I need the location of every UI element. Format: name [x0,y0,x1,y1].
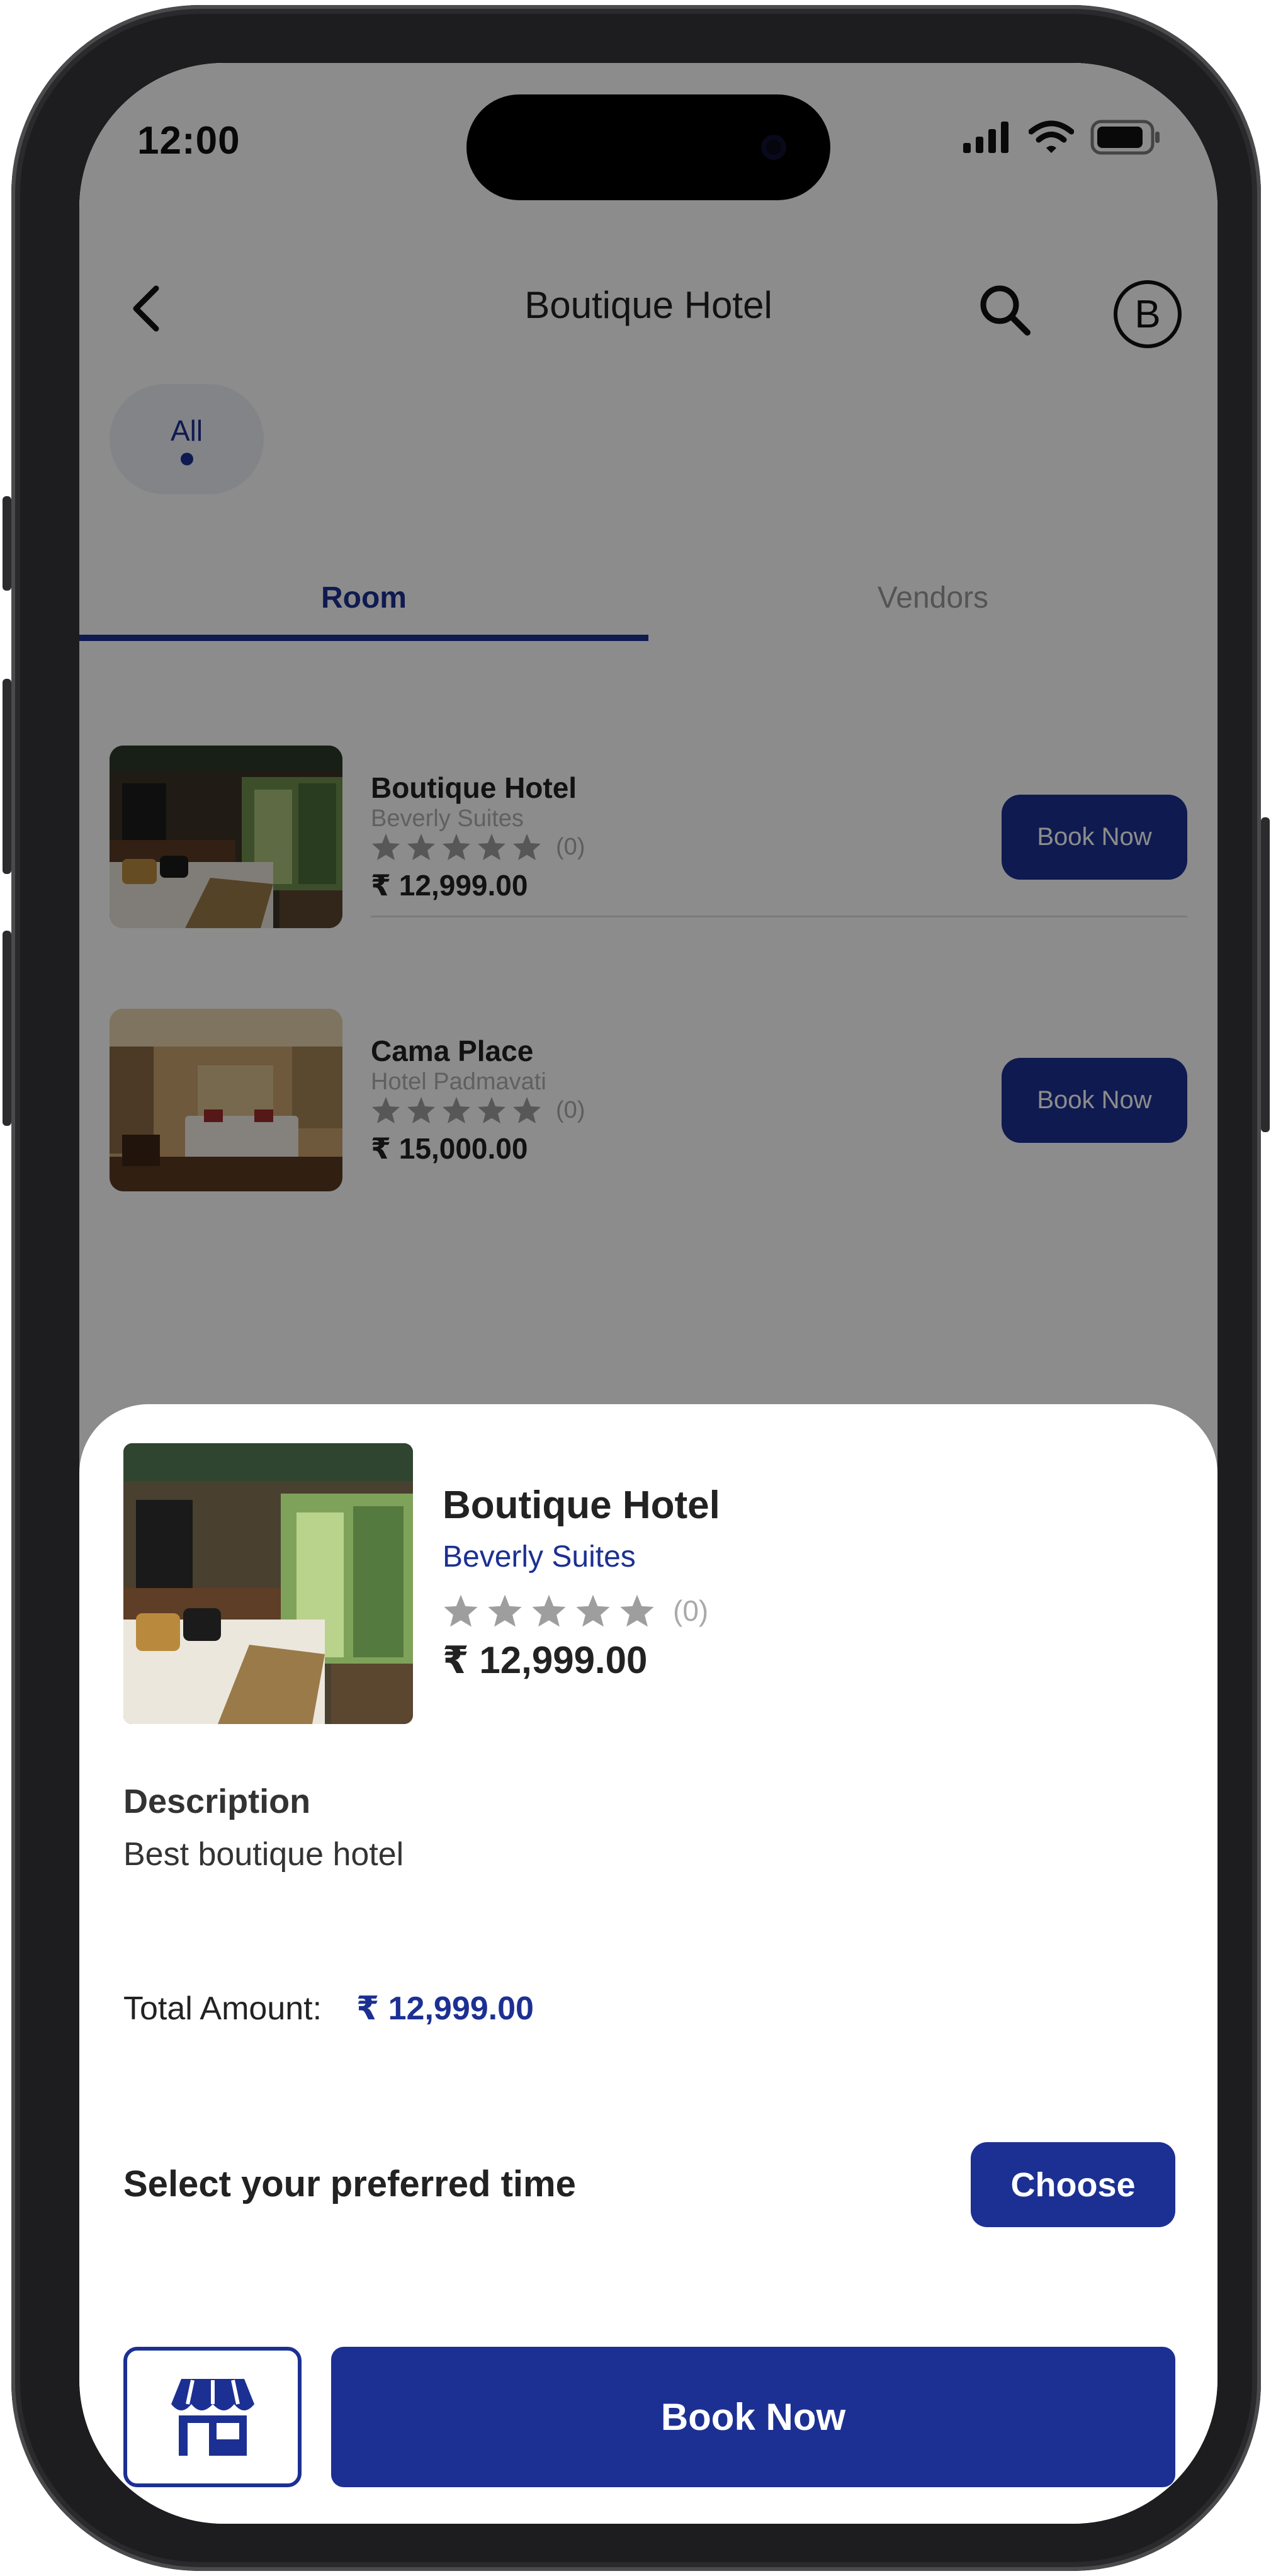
store-icon [171,2378,254,2456]
screen: 12:00 Boutique Hotel B All Room Vendors … [79,63,1217,2524]
phone-frame: 12:00 Boutique Hotel B All Room Vendors … [3,5,1270,2571]
volume-down-button [3,931,11,1126]
total-amount-value: ₹ 12,999.00 [356,1990,534,2027]
choose-time-button[interactable]: Choose [971,2142,1175,2227]
sheet-room-image [123,1443,413,1724]
side-button [3,496,11,591]
room-detail-sheet: Boutique Hotel Beverly Suites (0) ₹ 12,9… [79,1404,1217,2524]
star-icon [620,1594,654,1627]
rating-count: (0) [673,1594,709,1627]
sheet-price: ₹ 12,999.00 [443,1639,648,1681]
star-icon [444,1594,478,1627]
star-icon [488,1594,522,1627]
hotel-room-image [123,1443,413,1724]
sheet-vendor-link[interactable]: Beverly Suites [443,1540,636,1574]
total-amount-label: Total Amount: [123,1990,322,2027]
star-icon [532,1594,566,1627]
modal-overlay[interactable] [79,63,1217,1511]
description-text: Best boutique hotel [123,1836,404,1873]
power-button [1261,817,1270,1132]
volume-up-button [3,679,11,874]
description-heading: Description [123,1783,311,1820]
book-now-button-main[interactable]: Book Now [331,2347,1175,2487]
preferred-time-label: Select your preferred time [123,2164,576,2204]
sheet-room-name: Boutique Hotel [443,1484,720,1527]
star-icon [576,1594,610,1627]
store-button[interactable] [123,2347,302,2487]
rating-stars: (0) [443,1593,708,1628]
